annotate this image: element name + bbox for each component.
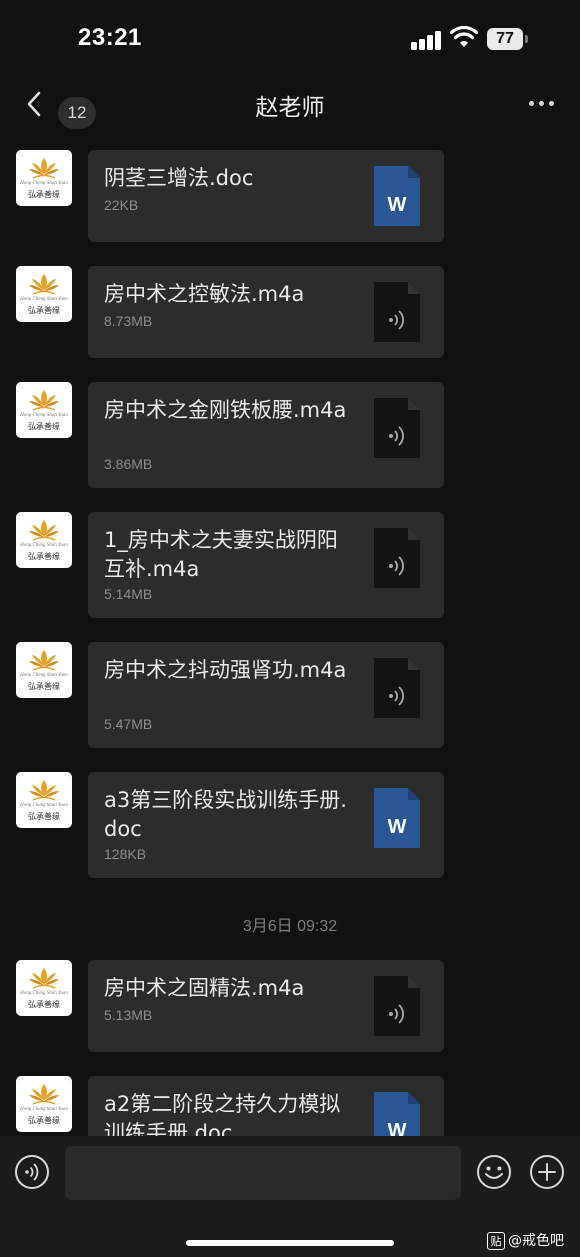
logo-text-en: Hong Cheng Shan Yuan — [20, 803, 68, 808]
chat-title: 赵老师 — [255, 95, 325, 121]
message-input[interactable] — [65, 1146, 461, 1200]
file-message[interactable]: 1_房中术之夫妻实战阴阳互补.m4a 5.14MB — [88, 512, 444, 618]
file-message[interactable]: 房中术之控敏法.m4a 8.73MB — [88, 266, 444, 358]
sender-avatar[interactable]: Hong Cheng Shan Yuan 弘承善缘 — [16, 266, 72, 322]
logo-text-en: Hong Cheng Shan Yuan — [20, 297, 68, 302]
logo-text-en: Hong Cheng Shan Yuan — [20, 991, 68, 996]
svg-text:W: W — [388, 816, 407, 838]
logo-text-cn: 弘承善缘 — [28, 306, 60, 315]
more-options-button[interactable] — [526, 94, 558, 114]
voice-input-icon[interactable] — [14, 1154, 50, 1190]
audio-file-icon — [374, 658, 420, 718]
status-bar: 23:21 77 — [0, 0, 580, 76]
logo-text-en: Hong Cheng Shan Yuan — [20, 1107, 68, 1112]
sender-avatar[interactable]: Hong Cheng Shan Yuan 弘承善缘 — [16, 772, 72, 828]
sender-avatar[interactable]: Hong Cheng Shan Yuan 弘承善缘 — [16, 642, 72, 698]
audio-file-icon — [374, 976, 420, 1036]
file-message[interactable]: 房中术之金刚铁板腰.m4a 3.86MB — [88, 382, 444, 488]
word-doc-icon: W — [374, 788, 420, 848]
file-message[interactable]: 房中术之固精法.m4a 5.13MB — [88, 960, 444, 1052]
wifi-icon — [450, 25, 478, 47]
file-name: 房中术之金刚铁板腰.m4a — [104, 398, 347, 422]
svg-text:W: W — [388, 1120, 407, 1136]
audio-file-icon — [374, 398, 420, 458]
plus-circle-icon[interactable] — [529, 1154, 565, 1190]
file-size: 5.14MB — [104, 586, 153, 602]
file-name: 1_房中术之夫妻实战阴阳互补.m4a — [104, 528, 338, 581]
logo-text-cn: 弘承善缘 — [28, 1000, 60, 1009]
logo-text-en: Hong Cheng Shan Yuan — [20, 543, 68, 548]
logo-text-en: Hong Cheng Shan Yuan — [20, 413, 68, 418]
lotus-logo-icon — [29, 520, 59, 541]
more-dots-icon — [529, 101, 534, 106]
word-doc-icon: W — [374, 1092, 420, 1136]
lotus-logo-icon — [29, 968, 59, 989]
file-name: a2第二阶段之持久力模拟训练手册.doc — [104, 1092, 341, 1136]
lotus-logo-icon — [29, 1084, 59, 1105]
message-list[interactable]: Hong Cheng Shan Yuan 弘承善缘 阴茎三增法.doc 22KB… — [0, 132, 580, 1136]
file-size: 8.73MB — [104, 313, 153, 329]
file-size: 5.13MB — [104, 1007, 153, 1023]
file-name: a3第三阶段实战训练手册.doc — [104, 788, 347, 841]
file-size: 128KB — [104, 846, 147, 862]
watermark: 贴 @戒色吧 — [487, 1230, 564, 1252]
status-time: 23:21 — [78, 24, 142, 51]
file-message[interactable]: a2第二阶段之持久力模拟训练手册.doc W — [88, 1076, 444, 1136]
battery-cap — [525, 35, 528, 43]
file-name: 阴茎三增法.doc — [104, 166, 254, 190]
file-name: 房中术之控敏法.m4a — [104, 282, 305, 306]
file-message[interactable]: 阴茎三增法.doc 22KB W — [88, 150, 444, 242]
logo-text-en: Hong Cheng Shan Yuan — [20, 181, 68, 186]
file-name: 房中术之固精法.m4a — [104, 976, 305, 1000]
logo-text-cn: 弘承善缘 — [28, 682, 60, 691]
audio-file-icon — [374, 282, 420, 342]
lotus-logo-icon — [29, 158, 59, 179]
logo-text-cn: 弘承善缘 — [28, 422, 60, 431]
watermark-text: @戒色吧 — [508, 1233, 564, 1249]
file-size: 22KB — [104, 197, 139, 213]
sender-avatar[interactable]: Hong Cheng Shan Yuan 弘承善缘 — [16, 1076, 72, 1132]
cellular-signal-icon — [411, 30, 443, 50]
logo-text-en: Hong Cheng Shan Yuan — [20, 673, 68, 678]
sender-avatar[interactable]: Hong Cheng Shan Yuan 弘承善缘 — [16, 382, 72, 438]
battery-indicator: 77 — [487, 28, 523, 50]
watermark-badge: 贴 — [487, 1232, 505, 1250]
lotus-logo-icon — [29, 390, 59, 411]
audio-file-icon — [374, 528, 420, 588]
lotus-logo-icon — [29, 650, 59, 671]
file-size: 5.47MB — [104, 716, 153, 732]
logo-text-cn: 弘承善缘 — [28, 552, 60, 561]
lotus-logo-icon — [29, 274, 59, 295]
sender-avatar[interactable]: Hong Cheng Shan Yuan 弘承善缘 — [16, 150, 72, 206]
file-message[interactable]: a3第三阶段实战训练手册.doc 128KB W — [88, 772, 444, 878]
message-timestamp: 3月6日 09:32 — [242, 918, 338, 935]
sender-avatar[interactable]: Hong Cheng Shan Yuan 弘承善缘 — [16, 512, 72, 568]
word-doc-icon: W — [374, 166, 420, 226]
sender-avatar[interactable]: Hong Cheng Shan Yuan 弘承善缘 — [16, 960, 72, 1016]
file-size: 3.86MB — [104, 456, 153, 472]
logo-text-cn: 弘承善缘 — [28, 1116, 60, 1125]
file-message[interactable]: 房中术之抖动强肾功.m4a 5.47MB — [88, 642, 444, 748]
logo-text-cn: 弘承善缘 — [28, 812, 60, 821]
logo-text-cn: 弘承善缘 — [28, 190, 60, 199]
svg-text:W: W — [388, 194, 407, 216]
emoji-icon[interactable] — [476, 1154, 512, 1190]
home-indicator — [186, 1240, 394, 1246]
file-name: 房中术之抖动强肾功.m4a — [104, 658, 347, 682]
lotus-logo-icon — [29, 780, 59, 801]
